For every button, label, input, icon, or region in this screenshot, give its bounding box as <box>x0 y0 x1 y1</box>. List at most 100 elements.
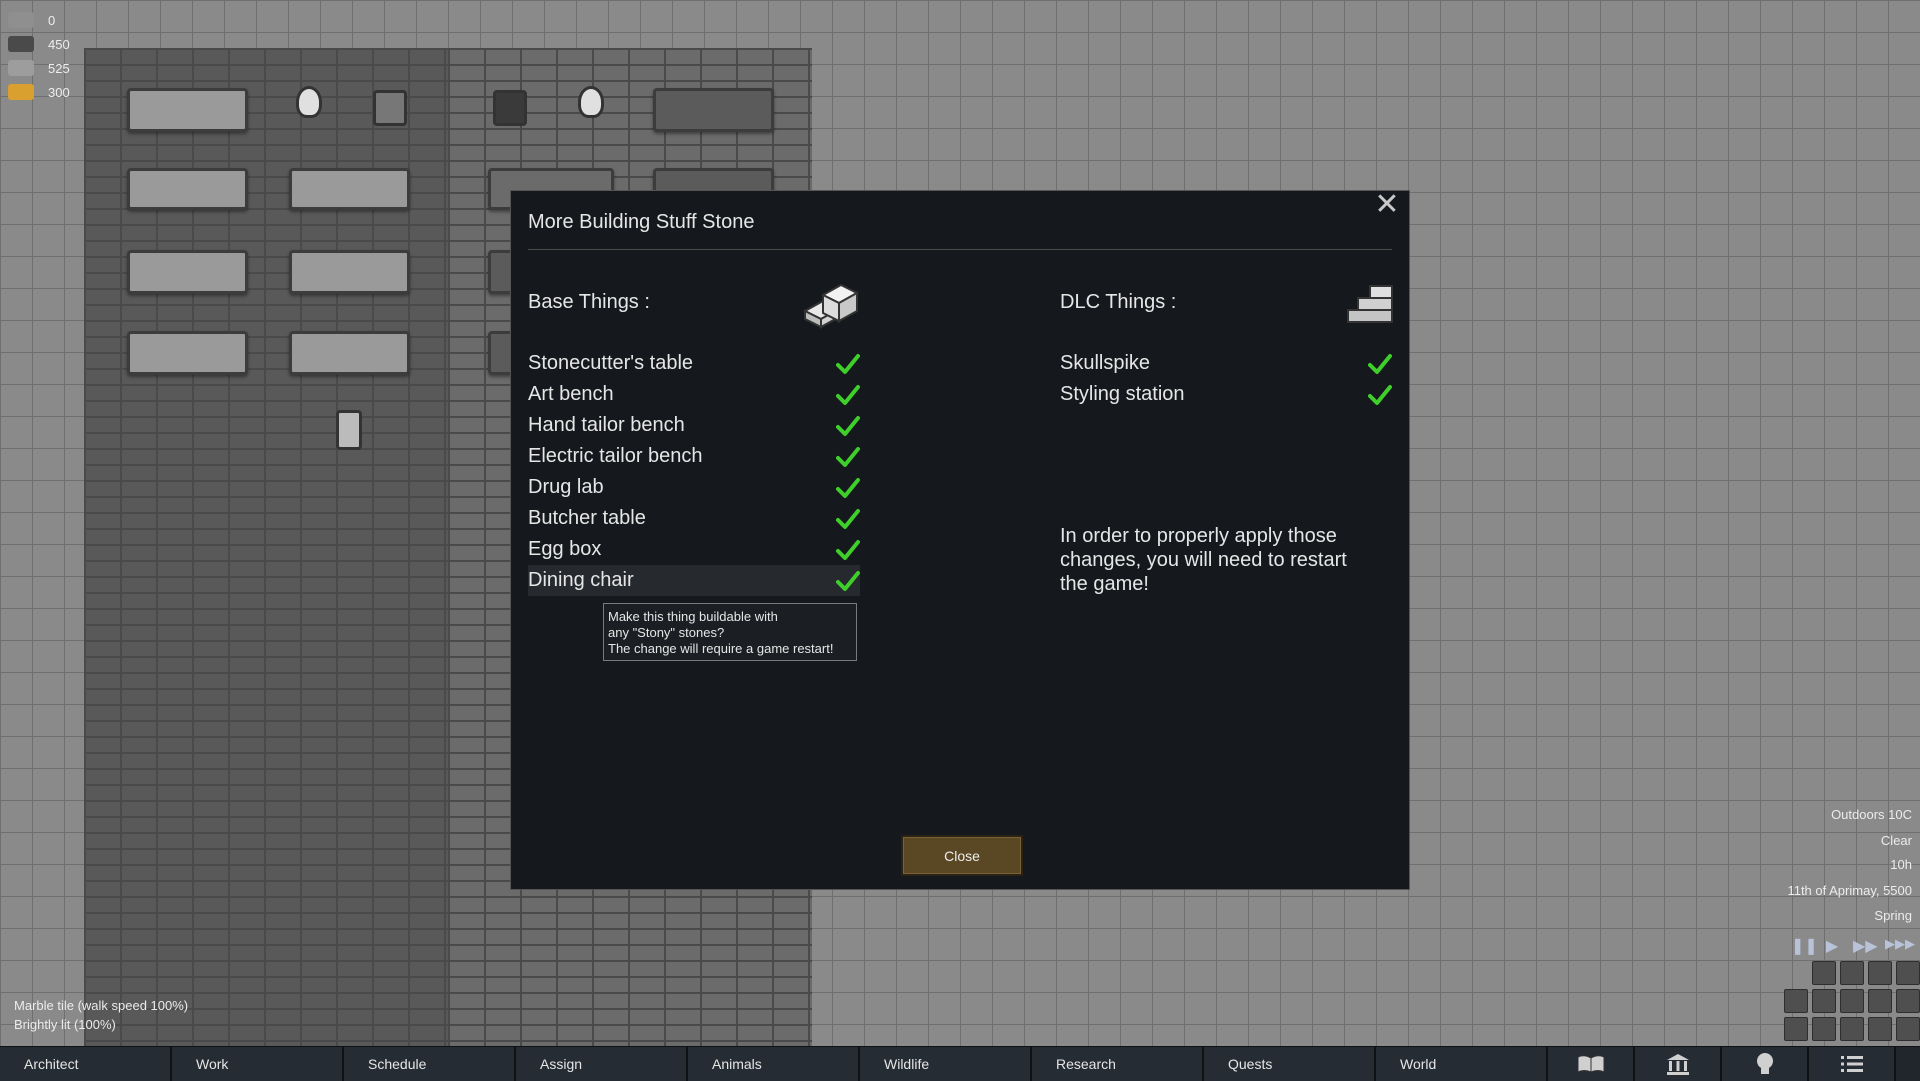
checkmark-icon[interactable] <box>836 384 860 406</box>
checkmark-icon[interactable] <box>836 477 860 499</box>
list-icon[interactable] <box>1868 961 1892 985</box>
zone-icon[interactable] <box>1840 961 1864 985</box>
superfast-icon[interactable]: ▶▶▶ <box>1884 936 1916 954</box>
base-thing-label: Butcher table <box>528 507 646 529</box>
dlc-thing-row[interactable]: Styling station <box>1060 379 1392 410</box>
base-thing-row[interactable]: Electric tailor bench <box>528 441 860 472</box>
tab-architect[interactable]: Architect <box>0 1047 172 1081</box>
mod-settings-dialog: More Building Stuff Stone ✕ Base Things … <box>510 190 1410 890</box>
base-thing-label: Egg box <box>528 538 602 560</box>
base-thing-row[interactable]: Stonecutter's table <box>528 348 860 379</box>
weather-readout: Clear <box>1880 833 1912 848</box>
base-thing-label: Art bench <box>528 383 614 405</box>
build-icon[interactable] <box>1784 989 1808 1013</box>
rock-chunk-icon <box>8 12 34 28</box>
egg-box-sprite <box>127 331 248 375</box>
fast-forward-icon[interactable]: ▶▶ <box>1853 936 1878 955</box>
base-thing-row[interactable]: Art bench <box>528 379 860 410</box>
stonecutters-table-sprite <box>127 88 248 132</box>
resource-row: 525 <box>8 58 70 78</box>
book-icon[interactable] <box>1548 1047 1635 1081</box>
base-thing-row[interactable]: Hand tailor bench <box>528 410 860 441</box>
date-readout: 11th of Aprimay, 5500 <box>1787 883 1912 898</box>
grid-icon[interactable] <box>1784 1017 1808 1041</box>
tab-work[interactable]: Work <box>172 1047 344 1081</box>
base-thing-row[interactable]: Butcher table <box>528 503 860 534</box>
terrain-icon[interactable] <box>1840 989 1864 1013</box>
art-bench-sprite <box>127 168 248 210</box>
tab-research[interactable]: Research <box>1032 1047 1204 1081</box>
terrain-info: Marble tile (walk speed 100%) <box>14 998 189 1013</box>
title-divider <box>528 249 1392 250</box>
resource-count: 525 <box>48 60 70 76</box>
base-thing-label: Stonecutter's table <box>528 352 694 374</box>
dlc-things-list: Skullspike Styling station <box>1060 348 1392 410</box>
tab-assign[interactable]: Assign <box>516 1047 688 1081</box>
skullspike-sprite <box>296 86 322 118</box>
tab-schedule[interactable]: Schedule <box>344 1047 516 1081</box>
gold-icon <box>8 84 34 100</box>
room-icon[interactable] <box>1868 1017 1892 1041</box>
checkmark-icon[interactable] <box>1368 353 1392 375</box>
lightbulb-icon[interactable] <box>1722 1047 1809 1081</box>
electric-tailor-bench-sprite <box>289 250 410 294</box>
base-things-heading: Base Things : <box>528 291 650 313</box>
base-thing-label: Hand tailor bench <box>528 414 685 436</box>
ideology-icon[interactable] <box>1635 1047 1722 1081</box>
stonecutters-table-sprite <box>653 88 774 132</box>
base-thing-label: Electric tailor bench <box>528 445 703 467</box>
checkmark-icon[interactable] <box>836 539 860 561</box>
resource-count: 300 <box>48 84 70 100</box>
checkmark-icon[interactable] <box>836 508 860 530</box>
stone-stairs-icon <box>1347 285 1393 323</box>
tooltip-line: The change will require a game restart! <box>608 641 834 656</box>
close-icon[interactable]: ✕ <box>1373 190 1401 220</box>
tab-world[interactable]: World <box>1376 1047 1548 1081</box>
tooltip-line: any "Stony" stones? <box>608 625 725 640</box>
dlc-things-heading: DLC Things : <box>1060 291 1177 313</box>
tab-quests[interactable]: Quests <box>1204 1047 1376 1081</box>
magnify-icon[interactable] <box>1812 961 1836 985</box>
checkmark-icon[interactable] <box>1368 384 1392 406</box>
dining-chair-sprite <box>336 410 362 450</box>
resource-count: 0 <box>48 12 56 28</box>
close-button[interactable]: Close <box>901 835 1023 876</box>
fertility-icon[interactable] <box>1840 1017 1864 1041</box>
checkmark-icon[interactable] <box>836 570 860 592</box>
base-thing-row[interactable]: Drug lab <box>528 472 860 503</box>
tab-animals[interactable]: Animals <box>688 1047 860 1081</box>
drug-lab-sprite <box>289 331 410 375</box>
pause-icon[interactable]: ❚❚ <box>1791 936 1818 955</box>
stone-blocks-icon <box>802 283 860 329</box>
checkmark-icon[interactable] <box>836 415 860 437</box>
tab-wildlife[interactable]: Wildlife <box>860 1047 1032 1081</box>
dlc-thing-label: Skullspike <box>1060 352 1151 374</box>
skullspike-sprite <box>578 86 604 118</box>
base-thing-row[interactable]: Egg box <box>528 534 860 565</box>
beauty-icon[interactable] <box>1868 989 1892 1013</box>
play-icon[interactable]: ▶ <box>1822 936 1842 955</box>
base-thing-label: Drug lab <box>528 476 604 498</box>
base-thing-row[interactable]: Dining chair <box>528 565 860 596</box>
dlc-thing-row[interactable]: Skullspike <box>1060 348 1392 379</box>
main-tab-bar: Architect Work Schedule Assign Animals W… <box>0 1046 1920 1081</box>
checkmark-icon[interactable] <box>836 353 860 375</box>
hour-readout: 10h <box>1890 857 1912 872</box>
autohome-icon[interactable] <box>1896 1017 1920 1041</box>
dlc-thing-label: Styling station <box>1060 383 1185 405</box>
dialog-title: More Building Stuff Stone <box>528 211 755 233</box>
menu-icon[interactable] <box>1809 1047 1896 1081</box>
checkmark-icon[interactable] <box>836 446 860 468</box>
tooltip: Make this thing buildable with any "Ston… <box>603 603 857 661</box>
resource-count: 450 <box>48 36 70 52</box>
base-things-list: Stonecutter's table Art bench Hand tailo… <box>528 348 860 596</box>
restart-note: In order to properly apply those changes… <box>1060 525 1347 595</box>
resource-row: 300 <box>8 82 70 102</box>
hand-tailor-bench-sprite <box>127 250 248 294</box>
butcher-table-sprite <box>289 168 410 210</box>
temperature-icon[interactable] <box>1896 961 1920 985</box>
home-icon[interactable] <box>1896 989 1920 1013</box>
stats-icon[interactable] <box>1812 1017 1836 1041</box>
roof-icon[interactable] <box>1812 989 1836 1013</box>
season-readout: Spring <box>1874 908 1912 923</box>
